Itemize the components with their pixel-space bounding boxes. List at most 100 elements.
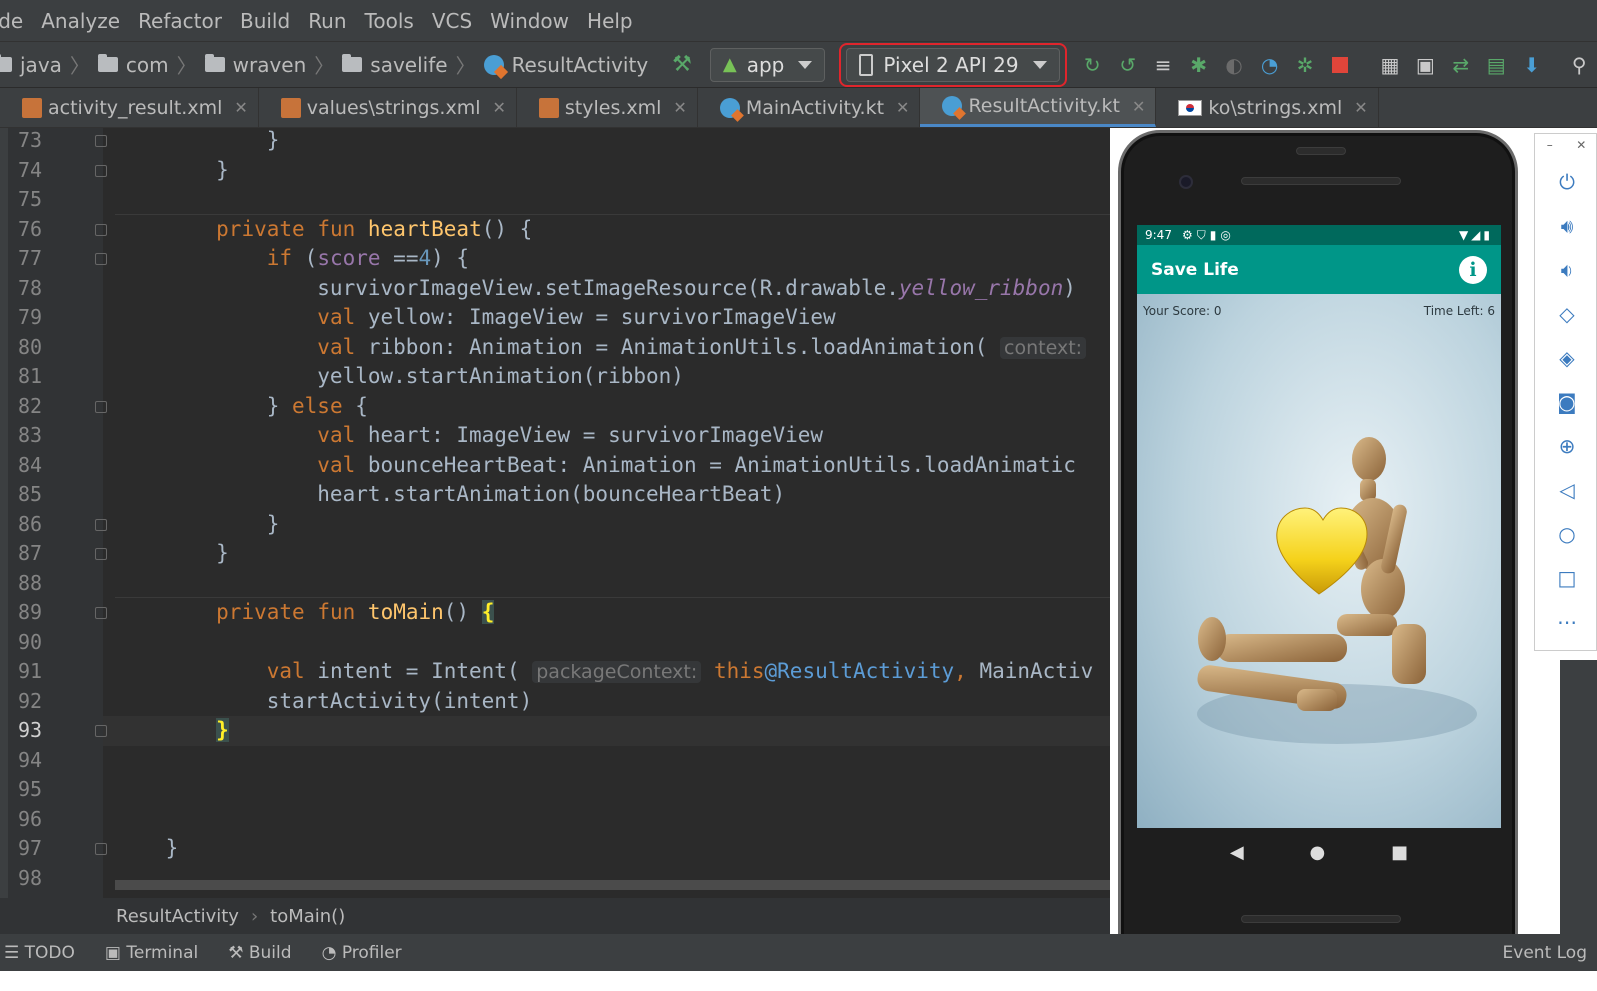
todo-tool[interactable]: ☰ TODO: [4, 943, 75, 963]
code-line: 97 }: [0, 834, 1110, 864]
code-text: private fun toMain() {: [216, 600, 495, 624]
terminal-tool[interactable]: ▣ Terminal: [105, 943, 198, 963]
overview-icon[interactable]: □: [1555, 566, 1579, 590]
apply-changes-restart-icon[interactable]: ↻: [1083, 53, 1102, 77]
line-number: 78: [18, 275, 43, 300]
line-number: 86: [18, 511, 43, 536]
coverage-icon[interactable]: ≡: [1153, 53, 1172, 77]
profile-icon[interactable]: ◔: [1260, 53, 1279, 77]
screenshot-icon[interactable]: ◙: [1555, 390, 1579, 414]
back-icon[interactable]: ◁: [1555, 478, 1579, 502]
info-icon[interactable]: i: [1459, 255, 1487, 284]
menu-refactor[interactable]: Refactor: [129, 9, 231, 33]
close-icon[interactable]: ✕: [1132, 97, 1145, 116]
minimize-icon[interactable]: –: [1547, 138, 1553, 152]
terminal-label: Terminal: [126, 942, 199, 963]
power-icon[interactable]: ⏻: [1555, 170, 1579, 194]
profiler-tool[interactable]: ◔ Profiler: [322, 943, 402, 963]
menu-window[interactable]: Window: [481, 9, 578, 33]
menu-analyze[interactable]: Analyze: [32, 9, 129, 33]
close-icon[interactable]: ✕: [673, 98, 686, 117]
breadcrumb-class[interactable]: ResultActivity: [116, 906, 239, 927]
fold-marker-icon[interactable]: [95, 725, 107, 737]
device-screen[interactable]: 9:47 ⚙⛉▮◎ ▼◢▮ Save Life i Your Score: 0 …: [1137, 225, 1501, 828]
hammer-icon[interactable]: ⚒: [672, 52, 692, 77]
code-line: 84 val bounceHeartBeat: Animation = Anim…: [0, 451, 1110, 481]
menu-code[interactable]: ode: [0, 9, 32, 33]
code-line: 85 heart.startAnimation(bounceHeartBeat): [0, 480, 1110, 510]
device-select[interactable]: Pixel 2 API 29: [846, 47, 1060, 82]
game-content[interactable]: Your Score: 0 Time Left: 6: [1137, 294, 1501, 828]
line-number: 98: [18, 865, 43, 890]
breadcrumb-wraven[interactable]: wraven: [233, 53, 307, 77]
code-line: 89 private fun toMain() {: [0, 598, 1110, 628]
folder-icon: [342, 54, 363, 72]
zoom-icon[interactable]: ⊕: [1555, 434, 1579, 458]
close-icon[interactable]: ✕: [1354, 98, 1367, 117]
tab-styles-xml[interactable]: styles.xml ✕: [517, 88, 698, 127]
breadcrumb-java[interactable]: java: [20, 53, 62, 77]
chevron-right-icon: 〉: [314, 54, 335, 78]
menu-vcs[interactable]: VCS: [423, 9, 481, 33]
code-editor[interactable]: 73 } 74 } 75 76 private fun heartBeat() {77…: [0, 128, 1110, 898]
run-config-select[interactable]: ▲ app: [709, 47, 826, 82]
method-separator: [115, 597, 1110, 598]
volume-up-icon[interactable]: 🔊︎: [1555, 214, 1579, 238]
breadcrumb-savelife[interactable]: savelife: [370, 53, 447, 77]
nav-recents-icon[interactable]: ■: [1391, 842, 1408, 863]
rotate-right-icon[interactable]: ◈: [1555, 346, 1579, 370]
fold-marker-icon[interactable]: [95, 400, 107, 413]
apply-code-changes-icon[interactable]: ↺: [1118, 53, 1137, 77]
fold-marker-icon[interactable]: [95, 253, 107, 265]
fold-marker-icon[interactable]: [95, 164, 107, 177]
nav-home-icon[interactable]: ●: [1310, 842, 1326, 863]
tab-resultactivity-kt[interactable]: ResultActivity.kt ✕: [920, 88, 1157, 127]
fold-marker-icon[interactable]: [95, 548, 107, 560]
nav-back-icon[interactable]: ◀: [1230, 842, 1244, 863]
volume-down-icon[interactable]: 🔉︎: [1555, 258, 1579, 282]
close-icon[interactable]: ✕: [234, 98, 247, 117]
chevron-right-icon: 〉: [455, 54, 476, 78]
breadcrumb-resultactivity[interactable]: ResultActivity: [512, 53, 649, 77]
project-structure-icon[interactable]: ▦: [1380, 53, 1399, 77]
main-toolbar: java 〉 com 〉 wraven 〉 savelife 〉 ResultA…: [0, 42, 1597, 88]
debug-icon[interactable]: ✱: [1189, 53, 1208, 77]
horizontal-scrollbar[interactable]: [115, 880, 1110, 890]
rotate-left-icon[interactable]: ◇: [1555, 302, 1579, 326]
close-icon[interactable]: ✕: [492, 98, 505, 117]
tab-mainactivity-kt[interactable]: MainActivity.kt ✕: [698, 88, 921, 127]
chevron-down-icon: [798, 60, 813, 69]
fold-marker-icon[interactable]: [95, 135, 107, 147]
close-icon[interactable]: ✕: [1576, 138, 1586, 152]
fold-marker-icon[interactable]: [95, 607, 107, 619]
fold-marker-icon[interactable]: [95, 518, 107, 531]
code-line: 91 val intent = Intent( packageContext: …: [0, 657, 1110, 687]
search-icon[interactable]: ⚲: [1569, 53, 1588, 77]
menu-build[interactable]: Build: [231, 9, 299, 33]
attach-debugger-icon[interactable]: ◐: [1224, 53, 1243, 77]
menu-tools[interactable]: Tools: [356, 9, 423, 33]
fold-marker-icon[interactable]: [95, 223, 107, 236]
close-icon[interactable]: ✕: [896, 98, 909, 117]
fold-marker-icon[interactable]: [95, 843, 107, 855]
menu-run[interactable]: Run: [299, 9, 355, 33]
more-icon[interactable]: ⋯: [1555, 610, 1579, 634]
build-tool[interactable]: ⚒ Build: [228, 943, 291, 963]
line-number: 75: [18, 187, 43, 211]
code-line: 92 startActivity(intent): [0, 687, 1110, 717]
tab-values-strings-xml[interactable]: values\strings.xml ✕: [259, 88, 517, 127]
event-log-tool[interactable]: Event Log: [1503, 943, 1587, 963]
attach-process-icon[interactable]: ✲: [1295, 53, 1314, 77]
breadcrumb-method[interactable]: toMain(): [270, 906, 345, 927]
layout-inspector-icon[interactable]: ▣: [1416, 53, 1435, 77]
tab-activity-result-xml[interactable]: activity_result.xml ✕: [0, 88, 259, 127]
line-number: 74: [18, 157, 43, 182]
breadcrumb-com[interactable]: com: [126, 53, 169, 77]
home-icon[interactable]: ○: [1555, 522, 1579, 546]
menu-help[interactable]: Help: [578, 9, 642, 33]
sdk-manager-icon[interactable]: ⬇: [1522, 53, 1541, 77]
stop-icon[interactable]: [1331, 53, 1350, 77]
avd-manager-icon[interactable]: ▤: [1487, 53, 1506, 77]
tab-ko-strings-xml[interactable]: ko\strings.xml ✕: [1156, 88, 1379, 127]
sync-gradle-icon[interactable]: ⇄: [1451, 53, 1470, 77]
